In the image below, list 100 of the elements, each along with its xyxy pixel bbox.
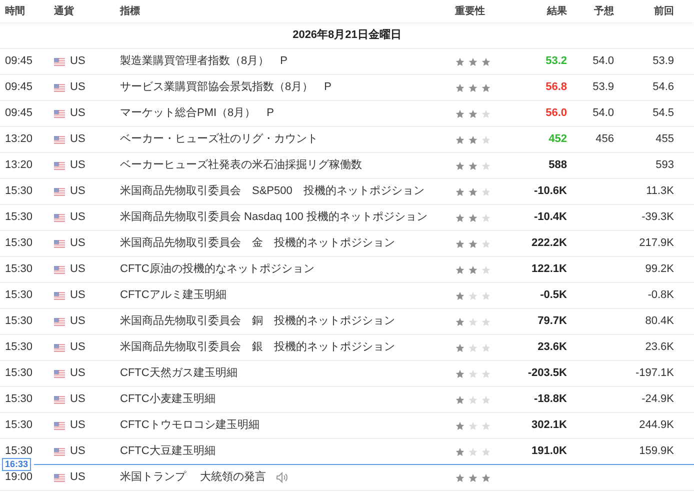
us-flag-icon	[54, 110, 65, 118]
event-row[interactable]: 15:30 US CFTC原油の投機的なネットポジション 122.1K 99.2K	[0, 257, 694, 283]
currency-code: US	[70, 210, 86, 226]
star-icon	[468, 212, 478, 222]
actual-value: -10.4K	[532, 210, 567, 226]
star-icon	[455, 56, 465, 66]
star-icon	[455, 264, 465, 274]
star-icon	[468, 56, 478, 66]
column-header: 時間	[4, 4, 26, 18]
star-icon	[481, 472, 491, 482]
star-icon	[455, 212, 465, 222]
currency-code: US	[70, 418, 86, 434]
currency-code: US	[70, 470, 86, 486]
star-icon	[455, 186, 465, 196]
us-flag-icon	[54, 422, 65, 430]
star-icon	[481, 238, 491, 248]
star-icon	[455, 368, 465, 378]
indicator-name: 米国商品先物取引委員会 銅 投機的ネットポジション	[120, 314, 395, 330]
column-header: 通貨	[53, 4, 75, 18]
previous-value: 54.5	[652, 106, 674, 122]
star-icon	[455, 472, 465, 482]
us-flag-icon	[54, 474, 65, 482]
event-row[interactable]: 15:30 US 米国商品先物取引委員会 銅 投機的ネットポジション 79.7K 80.4K	[0, 309, 694, 335]
currency-code: US	[70, 314, 86, 330]
event-time: 15:30	[4, 392, 34, 408]
event-row[interactable]: 09:45 US マーケット総合PMI（8月） P 56.0 54.0 54.5	[0, 101, 694, 127]
star-icon	[481, 446, 491, 456]
star-icon	[481, 108, 491, 118]
us-flag-icon	[54, 162, 65, 170]
indicator-name: CFTCアルミ建玉明細	[120, 288, 226, 304]
actual-value: 53.2	[544, 54, 567, 70]
star-icon	[455, 446, 465, 456]
event-time: 19:00	[4, 470, 34, 486]
forecast-value: 456	[594, 132, 614, 148]
event-time: 15:30	[4, 210, 34, 226]
us-flag-icon	[54, 370, 65, 378]
actual-value: 191.0K	[530, 444, 567, 460]
event-time: 15:30	[4, 418, 34, 434]
star-icon	[481, 264, 491, 274]
forecast-value: 53.9	[592, 80, 614, 96]
star-icon	[481, 160, 491, 170]
indicator-name: 米国商品先物取引委員会 Nasdaq 100 投機的ネットポジション	[120, 210, 428, 226]
indicator-name: CFTC天然ガス建玉明細	[120, 366, 238, 382]
current-time-label: 16:33	[2, 458, 32, 471]
event-row[interactable]: 15:30 US 米国商品先物取引委員会 銀 投機的ネットポジション 23.6K 23.6K	[0, 335, 694, 361]
previous-value: 455	[654, 132, 674, 148]
star-icon	[481, 56, 491, 66]
currency-code: US	[70, 106, 86, 122]
event-time: 15:30	[4, 184, 34, 200]
currency-code: US	[70, 54, 86, 70]
event-row[interactable]: 15:30 US CFTCトウモロコシ建玉明細 302.1K 244.9K	[0, 413, 694, 439]
star-icon	[468, 394, 478, 404]
event-row[interactable]: 15:30 US CFTC小麦建玉明細 -18.8K -24.9K	[0, 387, 694, 413]
event-row[interactable]: 15:30 US 米国商品先物取引委員会 Nasdaq 100 投機的ネットポジション -10.4K -39.3K	[0, 205, 694, 231]
actual-value: -18.8K	[532, 392, 567, 408]
currency-code: US	[70, 262, 86, 278]
actual-value: 23.6K	[536, 340, 567, 356]
indicator-name: CFTC大豆建玉明細	[120, 444, 216, 460]
column-header: 重要性	[454, 4, 486, 18]
star-icon	[468, 368, 478, 378]
actual-value: 122.1K	[530, 262, 567, 278]
star-icon	[468, 446, 478, 456]
star-icon	[468, 238, 478, 248]
column-header: 結果	[546, 4, 567, 18]
star-icon	[468, 186, 478, 196]
event-row[interactable]: 13:20 US ベーカーヒューズ社発表の米石油採掘リグ稼働数 588 593	[0, 153, 694, 179]
event-row[interactable]: 15:30 US CFTCアルミ建玉明細 -0.5K -0.8K	[0, 283, 694, 309]
star-icon	[455, 342, 465, 352]
star-icon	[481, 394, 491, 404]
event-time: 15:30	[4, 314, 34, 330]
event-time: 13:20	[4, 158, 34, 174]
event-row[interactable]: 13:20 US ベーカー・ヒューズ社のリグ・カウント 452 456 455	[0, 127, 694, 153]
event-row[interactable]: 15:30 US 米国商品先物取引委員会 S&P500 投機的ネットポジション -10.6K 11.3K	[0, 179, 694, 205]
currency-code: US	[70, 392, 86, 408]
currency-code: US	[70, 80, 86, 96]
star-icon	[468, 472, 478, 482]
us-flag-icon	[54, 292, 65, 300]
event-time: 09:45	[4, 54, 34, 70]
event-row[interactable]: 09:45 US 製造業購買管理者指数（8月） P 53.2 54.0 53.9	[0, 49, 694, 75]
event-row[interactable]: 15:30 US 米国商品先物取引委員会 金 投機的ネットポジション 222.2K 217.9K	[0, 231, 694, 257]
currency-code: US	[70, 340, 86, 356]
previous-value: 159.9K	[638, 444, 674, 460]
star-icon	[481, 342, 491, 352]
indicator-name: CFTC小麦建玉明細	[120, 392, 216, 408]
star-icon	[455, 160, 465, 170]
currency-code: US	[70, 288, 86, 304]
actual-value: 222.2K	[530, 236, 567, 252]
star-icon	[468, 82, 478, 92]
forecast-value: 54.0	[592, 106, 614, 122]
star-icon	[481, 212, 491, 222]
column-header: 指標	[118, 4, 141, 18]
us-flag-icon	[54, 214, 65, 222]
indicator-name: CFTC原油の投機的なネットポジション	[120, 262, 314, 278]
previous-value: 23.6K	[644, 340, 674, 356]
event-time: 15:30	[4, 340, 34, 356]
event-row[interactable]: 09:45 US サービス業購買部協会景気指数（8月） P 56.8 53.9 54.6	[0, 75, 694, 101]
event-row[interactable]: 15:30 US CFTC天然ガス建玉明細 -203.5K -197.1K	[0, 361, 694, 387]
previous-value: 54.6	[652, 80, 674, 96]
event-time: 15:30	[4, 366, 34, 382]
previous-value: -0.8K	[646, 288, 674, 304]
